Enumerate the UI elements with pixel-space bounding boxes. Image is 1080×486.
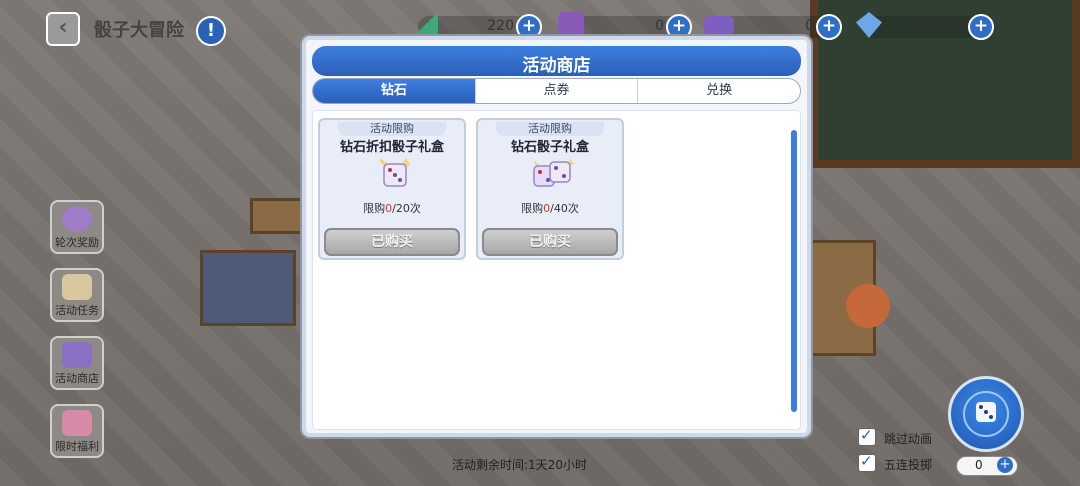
counter-add-button[interactable]: + <box>997 457 1013 473</box>
skip-animation-checkbox[interactable] <box>858 426 876 446</box>
dice-icon <box>380 158 410 187</box>
shop-bag-icon <box>62 342 92 368</box>
resource-dice-bag: 0 + <box>558 12 692 40</box>
sidebar-item-round-rewards[interactable]: 轮次奖励 <box>50 200 104 254</box>
resource-value: 0 <box>655 18 664 34</box>
diamond-icon <box>856 12 882 38</box>
resource-value: 0 <box>805 18 814 34</box>
five-rolls-label: 五连投掷 <box>884 458 933 472</box>
resource-ticket: 0 + <box>704 14 842 40</box>
sidebar-item-label: 活动任务 <box>55 304 99 317</box>
desk-decor <box>200 250 296 326</box>
purchased-button[interactable]: 已购买 <box>482 228 618 256</box>
dialog-header: 活动商店 <box>312 46 801 76</box>
event-remaining-time: 活动剩余时间:1天20小时 <box>452 458 587 472</box>
back-button[interactable]: ‹ <box>46 12 80 46</box>
shop-tabs: 钻石 点券 兑换 <box>312 78 801 104</box>
resource-diamond: 27648 + <box>856 12 994 40</box>
add-resource-button[interactable]: + <box>816 14 842 40</box>
counter-value: 0 <box>975 458 983 472</box>
limited-tag: 活动限购 <box>338 122 446 136</box>
limit-prefix: 限购 <box>521 202 544 215</box>
item-name: 钻石骰子礼盒 <box>510 140 589 155</box>
tab-coupon[interactable]: 点券 <box>476 79 639 103</box>
game-title: 骰子大冒险 <box>94 20 184 41</box>
dice-bag-icon <box>558 12 584 38</box>
notebook-icon <box>62 274 92 300</box>
purchase-limit: 限购0/20次 <box>320 200 464 216</box>
dice-pair-icon <box>533 158 574 187</box>
dice-icon <box>963 391 1009 437</box>
scrollbar[interactable] <box>791 130 797 412</box>
resource-value: 27648 <box>921 18 966 34</box>
item-name: 钻石折扣骰子礼盒 <box>339 140 444 155</box>
limit-prefix: 限购 <box>363 202 386 215</box>
limited-tag: 活动限购 <box>496 122 604 136</box>
sidebar-item-limited-benefits[interactable]: 限时福利 <box>50 404 104 458</box>
shop-item-card[interactable]: 活动限购 钻石骰子礼盒 限购0/40次 已购买 <box>476 118 624 260</box>
triangle-ruler-icon <box>412 12 438 38</box>
sidebar-item-label: 活动商店 <box>55 372 99 385</box>
roll-dice-button[interactable] <box>948 376 1024 452</box>
five-rolls-checkbox[interactable] <box>858 452 876 472</box>
skip-animation-label: 跳过动画 <box>884 432 933 446</box>
exclamation-icon: ! <box>206 20 216 41</box>
sidebar-item-event-tasks[interactable]: 活动任务 <box>50 268 104 322</box>
roll-counter: 0 + <box>956 456 1018 476</box>
basketball-decor <box>846 284 890 328</box>
purchased-button[interactable]: 已购买 <box>324 228 460 256</box>
wreath-icon <box>62 206 92 232</box>
tab-exchange[interactable]: 兑换 <box>638 79 800 103</box>
event-shop-dialog: 活动商店 钻石 点券 兑换 活动限购 钻石折扣骰子礼盒 限购0/20次 已购买 … <box>302 36 811 437</box>
limit-suffix: /20次 <box>392 202 421 215</box>
chevron-left-icon: ‹ <box>58 15 68 40</box>
tab-diamond[interactable]: 钻石 <box>313 79 476 103</box>
sidebar-item-event-shop[interactable]: 活动商店 <box>50 336 104 390</box>
purchase-limit: 限购0/40次 <box>478 200 622 216</box>
dialog-title: 活动商店 <box>522 56 591 76</box>
limit-suffix: /40次 <box>550 202 579 215</box>
add-resource-button[interactable]: + <box>968 14 994 40</box>
info-button[interactable]: ! <box>196 16 226 46</box>
resource-ruler: 220 + <box>412 12 542 40</box>
sidebar-item-label: 限时福利 <box>55 440 99 453</box>
ticket-icon <box>704 16 734 36</box>
resource-value: 220 <box>487 18 514 34</box>
sidebar-item-label: 轮次奖励 <box>55 236 99 249</box>
gift-heart-icon <box>62 410 92 436</box>
shop-item-card[interactable]: 活动限购 钻石折扣骰子礼盒 限购0/20次 已购买 <box>318 118 466 260</box>
